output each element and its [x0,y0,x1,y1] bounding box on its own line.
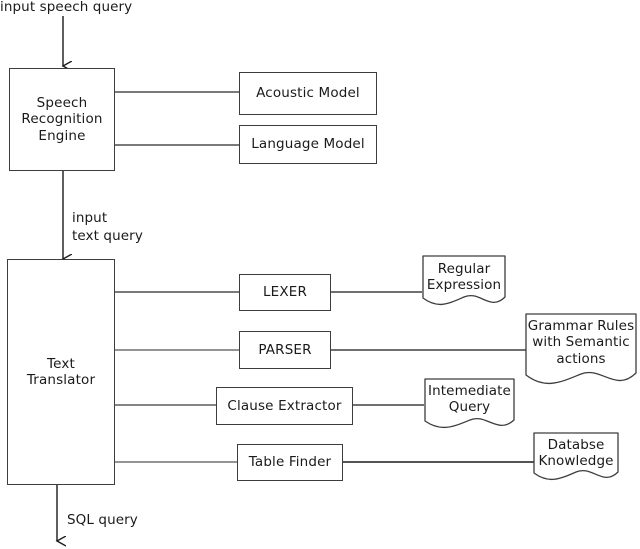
speech-recognition-engine-line1: Speech [36,94,88,111]
language-model-label: Language Model [251,136,365,153]
node-language-model[interactable]: Language Model [239,125,377,164]
label-sql-query: SQL query [67,512,138,528]
node-lexer[interactable]: LEXER [239,274,331,311]
node-parser[interactable]: PARSER [239,331,331,369]
text-translator-line2: Translator [26,372,96,388]
diagram-canvas: input speech query input text query SQL … [0,0,640,549]
acoustic-model-label: Acoustic Model [256,85,360,102]
doc-grammar-rules[interactable]: Grammar Rules with Semantic actions [525,313,637,391]
table-finder-label: Table Finder [248,454,332,471]
node-table-finder[interactable]: Table Finder [237,444,343,481]
doc-regular-expression[interactable]: Regular Expression [422,255,506,310]
doc-database-knowledge[interactable]: Databse Knowledge [533,432,619,485]
doc-intermediate-query[interactable]: Intemediate Query [424,378,515,433]
node-acoustic-model[interactable]: Acoustic Model [239,72,377,115]
text-translator-line1: Text [47,355,75,372]
node-text-translator[interactable]: Text Translator [7,259,115,485]
clause-extractor-label: Clause Extractor [227,397,342,414]
lexer-label: LEXER [263,284,307,301]
speech-recognition-engine-line3: Engine [38,127,86,144]
label-input-speech-query: input speech query [0,0,133,15]
parser-label: PARSER [258,341,312,358]
label-input-text-query-line2: text query [72,228,143,244]
node-speech-recognition-engine[interactable]: Speech Recognition Engine [9,68,115,171]
label-input-text-query-line1: input [72,210,108,226]
node-clause-extractor[interactable]: Clause Extractor [216,387,353,425]
speech-recognition-engine-line2: Recognition [21,111,103,128]
